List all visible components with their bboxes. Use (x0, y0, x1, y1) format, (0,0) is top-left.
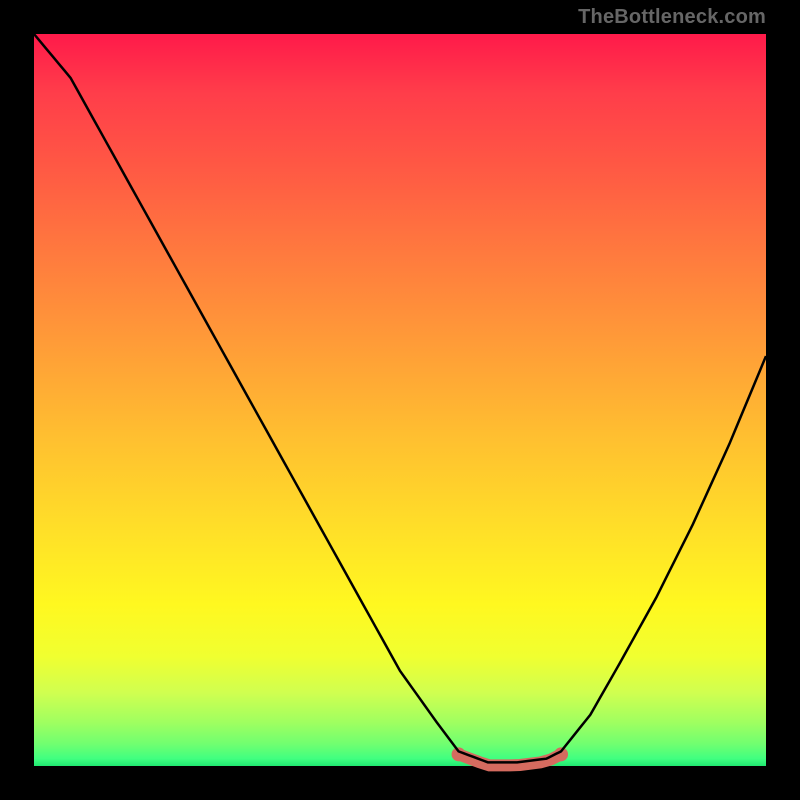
chart-container: TheBottleneck.com (0, 0, 800, 800)
attribution-label: TheBottleneck.com (578, 6, 766, 29)
chart-svg (34, 34, 766, 766)
bottleneck-curve (34, 34, 766, 762)
